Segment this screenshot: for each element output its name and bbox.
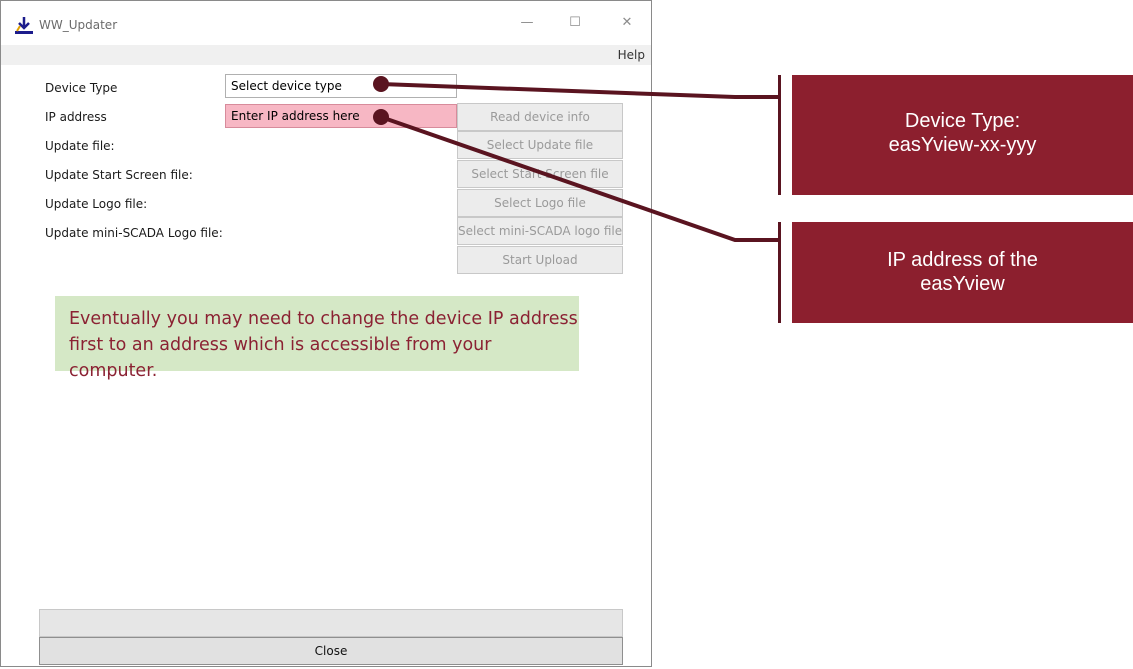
device-type-label: Device Type xyxy=(45,81,118,95)
app-window: WW_Updater — ☐ ✕ Help Device Type Select… xyxy=(0,0,652,667)
progress-bar xyxy=(39,609,623,637)
select-start-screen-button[interactable]: Select Start Screen file xyxy=(457,160,623,188)
callout-ip-line1: IP address of the xyxy=(887,249,1038,271)
device-type-value: Select device type xyxy=(231,79,342,93)
callout-marker-ip xyxy=(778,222,781,323)
mini-scada-logo-label: Update mini-SCADA Logo file: xyxy=(45,226,223,240)
read-device-info-button[interactable]: Read device info xyxy=(457,103,623,131)
start-screen-file-label: Update Start Screen file: xyxy=(45,168,193,182)
select-logo-button[interactable]: Select Logo file xyxy=(457,189,623,217)
callout-device-type-line1: Device Type: xyxy=(904,110,1021,132)
select-update-file-button[interactable]: Select Update file xyxy=(457,131,623,159)
start-upload-button[interactable]: Start Upload xyxy=(457,246,623,274)
window-title: WW_Updater xyxy=(39,18,118,32)
device-type-select[interactable]: Select device type xyxy=(225,74,457,98)
menu-help[interactable]: Help xyxy=(618,48,645,62)
minimize-button[interactable]: — xyxy=(510,13,544,33)
select-mini-scada-button[interactable]: Select mini-SCADA logo file xyxy=(457,217,623,245)
note-line-2: first to an address which is accessible … xyxy=(69,335,492,381)
ip-hint-note: Eventually you may need to change the de… xyxy=(55,296,579,381)
callout-device-type: Device Type: easYview-xx-yyy xyxy=(792,75,1133,195)
title-bar: WW_Updater — ☐ ✕ xyxy=(1,1,651,45)
callout-ip-line2: easYview xyxy=(920,273,1005,295)
logo-file-label: Update Logo file: xyxy=(45,197,148,211)
ip-address-value: Enter IP address here xyxy=(231,109,360,123)
note-line-1: Eventually you may need to change the de… xyxy=(69,309,578,329)
callout-marker-device-type xyxy=(778,75,781,195)
maximize-button[interactable]: ☐ xyxy=(558,13,592,33)
callout-ip-address: IP address of the easYview xyxy=(792,222,1133,323)
ip-address-label: IP address xyxy=(45,110,107,124)
callout-device-type-line2: easYview-xx-yyy xyxy=(888,134,1037,156)
close-window-button[interactable]: ✕ xyxy=(610,13,644,33)
menu-bar: Help xyxy=(1,45,651,65)
download-arrow-icon xyxy=(15,17,33,34)
ip-address-input[interactable]: Enter IP address here xyxy=(225,104,457,128)
update-file-label: Update file: xyxy=(45,139,115,153)
close-button[interactable]: Close xyxy=(39,637,623,665)
